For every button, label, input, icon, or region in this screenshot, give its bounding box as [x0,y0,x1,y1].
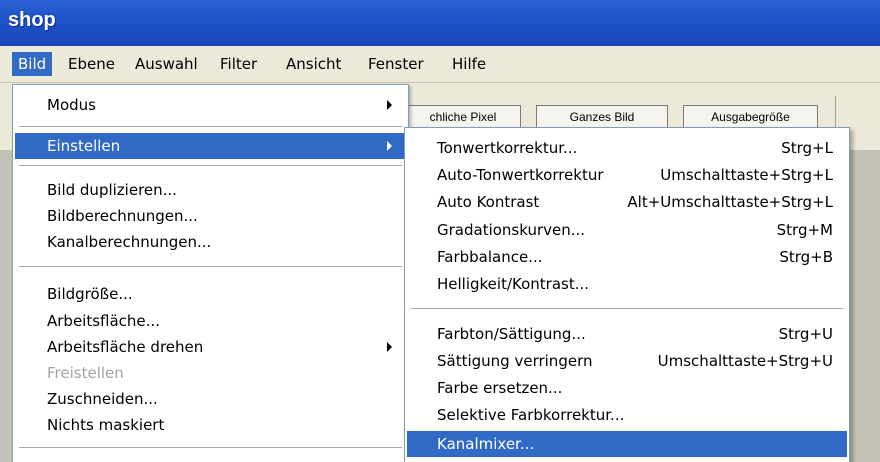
menu-item-shortcut: Strg+B [779,248,833,266]
einstellen-submenu: Tonwertkorrektur... Strg+L Auto-Tonwertk… [404,127,850,462]
menu-item-gradationskurven[interactable]: Gradationskurven... Strg+M [407,217,847,243]
menu-item-arbeitsflaeche-drehen[interactable]: Arbeitsfläche drehen [15,334,406,360]
menu-item-farbbalance[interactable]: Farbbalance... Strg+B [407,244,847,270]
menu-item-label: Arbeitsfläche drehen [47,338,204,356]
bild-dropdown-menu: Modus Einstellen Bild duplizieren... Bil… [12,84,409,462]
menu-item-label: Auto Kontrast [437,193,540,211]
menu-item-label: Selektive Farbkorrektur... [437,406,625,424]
submenu-arrow-icon [387,141,392,151]
menu-item-tonwertkorrektur[interactable]: Tonwertkorrektur... Strg+L [407,135,847,161]
menu-item-label: Farbe ersetzen... [437,379,563,397]
menu-auswahl[interactable]: Auswahl [129,52,204,76]
menu-item-label: Kanalberechnungen... [47,233,212,251]
menu-item-shortcut: Umschalttaste+Strg+L [660,166,833,184]
menu-item-einstellen[interactable]: Einstellen [15,133,406,159]
menu-item-nichts-maskiert[interactable]: Nichts maskiert [15,412,406,438]
menu-item-kanalmixer[interactable]: Kanalmixer... [407,431,847,457]
menu-item-label: Einstellen [47,137,121,155]
menu-item-label: Farbbalance... [437,248,543,266]
menu-item-bildgroesse[interactable]: Bildgröße... [15,281,406,307]
actual-pixels-button[interactable]: chliche Pixel [405,105,521,129]
menu-item-zuschneiden[interactable]: Zuschneiden... [15,386,406,412]
title-bar: shop [0,0,880,46]
menu-item-label: Auto-Tonwertkorrektur [437,166,604,184]
fit-screen-button[interactable]: Ganzes Bild [536,105,668,129]
menu-item-label: Tonwertkorrektur... [437,139,578,157]
menu-item-label: Bildberechnungen... [47,207,198,225]
menu-separator [19,165,402,166]
menu-item-kanalberechnungen[interactable]: Kanalberechnungen... [15,229,406,255]
menu-item-saettigung-verringern[interactable]: Sättigung verringern Umschalttaste+Strg+… [407,348,847,374]
submenu-arrow-icon [387,342,392,352]
menu-item-auto-tonwertkorrektur[interactable]: Auto-Tonwertkorrektur Umschalttaste+Strg… [407,162,847,188]
menu-separator [19,126,402,127]
menu-ebene[interactable]: Ebene [62,52,121,76]
menu-bild[interactable]: Bild [12,52,53,76]
menu-item-label: Gradationskurven... [437,221,586,239]
menu-ansicht[interactable]: Ansicht [280,52,347,76]
menu-separator [19,266,402,267]
menu-item-auto-kontrast[interactable]: Auto Kontrast Alt+Umschalttaste+Strg+L [407,189,847,215]
menu-fenster[interactable]: Fenster [362,52,430,76]
print-size-button[interactable]: Ausgabegröße [683,105,818,129]
menu-hilfe[interactable]: Hilfe [446,52,492,76]
menu-item-label: Bildgröße... [47,285,133,303]
menu-item-arbeitsflaeche[interactable]: Arbeitsfläche... [15,308,406,334]
menu-item-label: Sättigung verringern [437,352,593,370]
menu-item-bild-duplizieren[interactable]: Bild duplizieren... [15,177,406,203]
menu-item-farbton-saettigung[interactable]: Farbton/Sättigung... Strg+U [407,321,847,347]
menu-item-label: Kanalmixer... [437,435,535,453]
menu-item-label: Modus [47,96,96,114]
menu-item-modus[interactable]: Modus [15,92,406,118]
menu-item-shortcut: Strg+L [781,139,833,157]
menu-item-helligkeit-kontrast[interactable]: Helligkeit/Kontrast... [407,271,847,297]
menu-item-shortcut: Alt+Umschalttaste+Strg+L [627,193,833,211]
menu-item-bildberechnungen[interactable]: Bildberechnungen... [15,203,406,229]
menu-item-selektive-farbkorrektur[interactable]: Selektive Farbkorrektur... [407,402,847,428]
menu-separator [19,447,402,448]
menu-item-label: Freistellen [47,364,124,382]
menu-item-label: Nichts maskiert [47,416,165,434]
menu-item-shortcut: Strg+M [776,221,833,239]
menu-item-label: Arbeitsfläche... [47,312,160,330]
menu-item-label: Helligkeit/Kontrast... [437,275,590,293]
window-title: shop [8,9,56,31]
menu-bar: Bild Ebene Auswahl Filter Ansicht Fenste… [0,46,880,83]
menu-item-label: Farbton/Sättigung... [437,325,586,343]
menu-filter[interactable]: Filter [214,52,263,76]
menu-item-label: Bild duplizieren... [47,181,177,199]
menu-item-shortcut: Umschalttaste+Strg+U [657,352,833,370]
menu-item-farbe-ersetzen[interactable]: Farbe ersetzen... [407,375,847,401]
menu-item-freistellen: Freistellen [15,360,406,386]
submenu-arrow-icon [387,100,392,110]
menu-separator [411,308,843,309]
menu-item-shortcut: Strg+U [778,325,833,343]
menu-item-label: Zuschneiden... [47,390,158,408]
